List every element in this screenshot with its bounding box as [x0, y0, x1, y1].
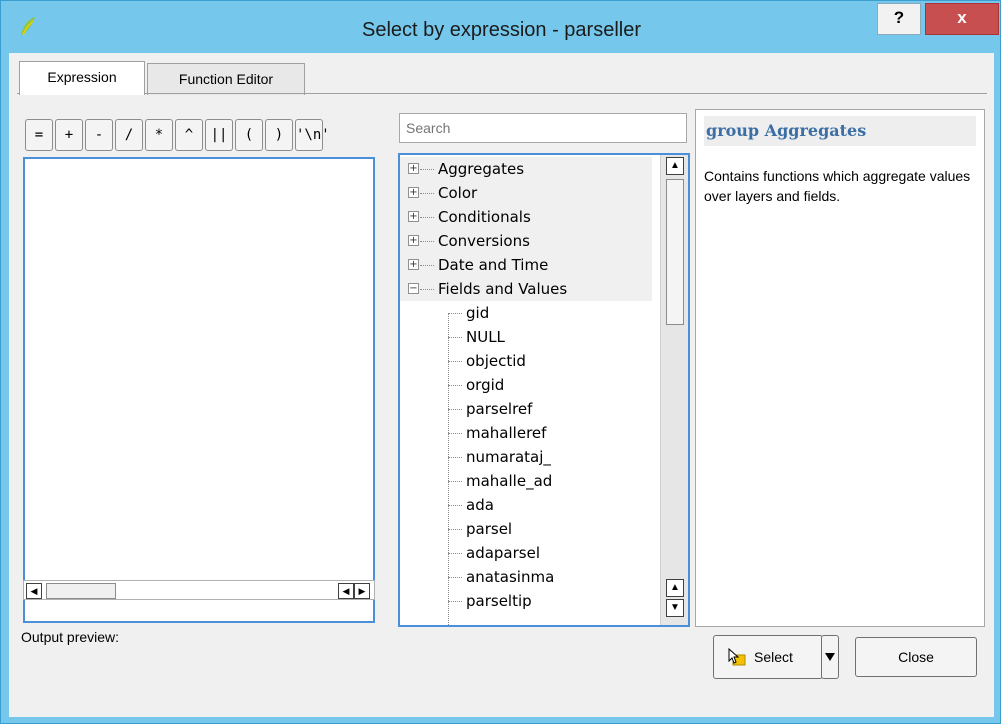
tab-expression[interactable]: Expression [19, 61, 145, 95]
output-preview-label: Output preview: [21, 629, 120, 645]
divide-button[interactable]: / [115, 119, 143, 151]
select-button-label: Select [754, 649, 793, 665]
expand-icon[interactable]: + [408, 163, 419, 174]
tree-connector [420, 289, 434, 290]
tree-connector [448, 577, 462, 578]
help-button[interactable]: ? [877, 3, 921, 35]
scroll-up-icon[interactable]: ▲ [666, 157, 684, 175]
tree-connector [448, 505, 462, 506]
window-close-button[interactable]: x [925, 3, 999, 35]
field-label: parselref [466, 400, 533, 418]
expression-editor[interactable] [23, 157, 375, 623]
tree-group-conditionals[interactable]: + Conditionals [400, 205, 652, 229]
tree-group-color[interactable]: + Color [400, 181, 652, 205]
tree-connector [448, 385, 462, 386]
field-label: numarataj_ [466, 448, 551, 466]
tree-connector [448, 337, 462, 338]
multiply-button[interactable]: * [145, 119, 173, 151]
expand-icon[interactable]: + [408, 235, 419, 246]
minus-button[interactable]: - [85, 119, 113, 151]
power-button[interactable]: ^ [175, 119, 203, 151]
tree-group-conversions[interactable]: + Conversions [400, 229, 652, 253]
scroll-right-icon[interactable]: ▶ [354, 583, 370, 599]
window-title: Select by expression - parseller [361, 19, 641, 41]
search-input[interactable] [399, 113, 687, 143]
scroll-left-icon[interactable]: ◀ [26, 583, 42, 599]
scroll-down-icon[interactable]: ▼ [666, 599, 684, 617]
newline-button[interactable]: '\n' [295, 119, 330, 151]
expand-icon[interactable]: + [408, 187, 419, 198]
tree-connector [420, 217, 434, 218]
title-bar[interactable]: Select by expression - parseller ? x [1, 1, 1001, 53]
dialog-body: Expression Function Editor = + - / * ^ |… [9, 53, 994, 717]
dialog-window: Select by expression - parseller ? x Exp… [0, 0, 1001, 724]
tree-connector [448, 313, 462, 314]
tree-connector [448, 481, 462, 482]
close-paren-button[interactable]: ) [265, 119, 293, 151]
field-label: mahalle_ad [466, 472, 553, 490]
tab-function-editor[interactable]: Function Editor [147, 63, 305, 95]
tree-connector [420, 265, 434, 266]
function-help-panel: group Aggregates Contains functions whic… [695, 109, 985, 627]
chevron-down-icon [825, 653, 835, 661]
tree-group-label: Fields and Values [438, 280, 568, 298]
tree-connector [448, 457, 462, 458]
field-label: objectid [466, 352, 526, 370]
tree-group-label: Conversions [438, 232, 530, 250]
scrollbar-thumb[interactable] [46, 583, 116, 599]
plus-button[interactable]: + [55, 119, 83, 151]
tree-connector [448, 529, 462, 530]
field-label: adaparsel [466, 544, 540, 562]
tree-group-fields-and-values[interactable]: − Fields and Values [400, 277, 652, 301]
scroll-up-icon[interactable]: ▲ [666, 579, 684, 597]
expand-icon[interactable]: + [408, 211, 419, 222]
field-label: gid [466, 304, 490, 322]
editor-horizontal-scrollbar[interactable]: ◀ ◀ ▶ [23, 580, 375, 600]
tree-connector [448, 553, 462, 554]
tree-connector [420, 193, 434, 194]
tree-group-date-and-time[interactable]: + Date and Time [400, 253, 652, 277]
close-button[interactable]: Close [855, 637, 977, 677]
tree-connector [448, 601, 462, 602]
concat-button[interactable]: || [205, 119, 233, 151]
help-description: Contains functions which aggregate value… [704, 168, 971, 204]
tree-group-label: Aggregates [438, 160, 525, 178]
tree-group-label: Date and Time [438, 256, 549, 274]
field-label: mahalleref [466, 424, 547, 442]
open-paren-button[interactable]: ( [235, 119, 263, 151]
scroll-left-icon[interactable]: ◀ [338, 583, 354, 599]
field-label: orgid [466, 376, 505, 394]
tree-connector [448, 409, 462, 410]
tree-connector [448, 361, 462, 362]
tree-group-label: Conditionals [438, 208, 531, 226]
tree-connector [420, 169, 434, 170]
tree-connector [448, 433, 462, 434]
field-label: anatasinma [466, 568, 555, 586]
scrollbar-thumb[interactable] [666, 179, 684, 325]
field-label: parseltip [466, 592, 532, 610]
collapse-icon[interactable]: − [408, 283, 419, 294]
select-dropdown-button[interactable] [821, 635, 839, 679]
expand-icon[interactable]: + [408, 259, 419, 270]
tree-group-aggregates[interactable]: + Aggregates [400, 157, 652, 181]
field-label: NULL [466, 328, 505, 346]
field-label: ada [466, 496, 494, 514]
function-tree: + Aggregates + Color + Conditionals + Co… [398, 153, 690, 627]
select-features-icon [728, 647, 746, 666]
help-title: group Aggregates [704, 116, 976, 146]
tree-group-label: Color [438, 184, 478, 202]
equals-button[interactable]: = [25, 119, 53, 151]
field-label: parsel [466, 520, 513, 538]
select-button[interactable]: Select [713, 635, 823, 679]
tree-connector [420, 241, 434, 242]
tree-vertical-scrollbar[interactable]: ▲ ▲ ▼ [660, 155, 688, 625]
